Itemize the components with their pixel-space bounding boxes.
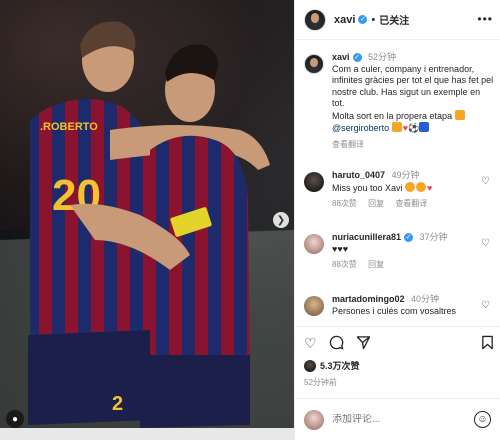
avatar[interactable] — [304, 234, 324, 254]
post-header: xavi ✓ • 已关注 ••• — [295, 0, 500, 40]
verified-badge-icon: ✓ — [358, 15, 368, 24]
comment-text: Com a culer, company i entrenador, infin… — [332, 63, 494, 109]
like-comment-icon[interactable]: ♡ — [481, 300, 490, 311]
emoji-icon — [391, 122, 402, 132]
caption: xavi ✓ 52分钟 Com a culer, company i entren… — [304, 52, 494, 150]
comment-time: 49分钟 — [391, 170, 420, 180]
avatar — [304, 409, 324, 430]
heart-icon[interactable]: ♡ — [304, 335, 317, 351]
likes-row: 5.3万次赞 — [304, 359, 360, 372]
crying-face-icon — [416, 181, 427, 192]
user-tag-icon[interactable]: ● — [6, 410, 24, 428]
comment-time: 52分钟 — [368, 52, 397, 62]
comment-username[interactable]: martadomingo02 — [332, 294, 405, 304]
svg-text:.ROBERTO: .ROBERTO — [40, 121, 98, 133]
verified-badge-icon: ✓ — [404, 233, 414, 242]
emoji-icon — [419, 122, 430, 132]
see-translation-link[interactable]: 查看翻译 — [332, 140, 364, 149]
avatar[interactable] — [304, 8, 326, 31]
bookmark-icon[interactable] — [481, 335, 494, 353]
follow-button[interactable]: 已关注 — [379, 12, 409, 27]
verified-badge-icon: ✓ — [352, 53, 362, 62]
comment-likes: 88次赞 — [332, 260, 357, 269]
emoji-icon[interactable]: ☺ — [474, 411, 491, 428]
see-translation-link[interactable]: 查看翻译 — [395, 199, 427, 208]
players-illustration: 20 .ROBERTO 2 — [0, 21, 294, 440]
comment-text: Persones i culés com vosaltres — [332, 305, 457, 316]
comment: haruto_0407 49分钟 Miss you too Xavi ♥ 88次… — [304, 170, 494, 210]
avatar[interactable] — [304, 54, 324, 74]
reply-button[interactable]: 回复 — [368, 260, 384, 269]
posted-time: 52分钟前 — [304, 378, 337, 387]
more-options-icon[interactable]: ••• — [477, 12, 493, 26]
comment-username[interactable]: nuriacunillera81 — [332, 232, 401, 242]
emoji-icon — [454, 109, 465, 120]
likes-count[interactable]: 5.3万次赞 — [320, 359, 360, 372]
avatar — [304, 359, 316, 372]
comment-username[interactable]: xavi — [332, 52, 350, 62]
avatar[interactable] — [304, 296, 324, 316]
comment-time: 40分钟 — [411, 294, 440, 304]
comment-text: ♥♥♥ — [332, 243, 349, 254]
share-icon[interactable] — [356, 335, 371, 353]
red-heart-icon: ♥ — [427, 182, 433, 193]
comments-list: xavi ✓ 52分钟 Com a culer, company i entren… — [295, 48, 500, 318]
photo-bottom-strip — [0, 428, 294, 440]
comment-username[interactable]: haruto_0407 — [332, 170, 385, 180]
action-bar: ♡ — [304, 335, 494, 353]
post-photo[interactable]: 20 .ROBERTO 2 ❯ ● — [0, 0, 294, 440]
mention-link[interactable]: @sergiroberto — [332, 123, 389, 133]
separator-dot: • — [371, 13, 376, 26]
avatar[interactable] — [304, 172, 324, 192]
svg-text:2: 2 — [112, 393, 123, 415]
add-comment-bar: ☺ — [295, 398, 500, 440]
comment: nuriacunillera81 ✓ 37分钟 ♥♥♥ 88次赞 回复 ♡ — [304, 232, 494, 271]
post-side-panel: xavi ✓ • 已关注 ••• xavi ✓ 52分钟 Com a culer,… — [294, 0, 500, 440]
comment-likes: 88次赞 — [332, 199, 357, 208]
header-username[interactable]: xavi — [334, 14, 355, 26]
comment-text-2: Molta sort en la propera etapa — [332, 110, 453, 121]
comment-icon[interactable] — [329, 335, 344, 353]
comment-text: Miss you too Xavi — [332, 182, 403, 193]
comment: martadomingo02 40分钟 Persones i culés com… — [304, 294, 494, 317]
comment-time: 37分钟 — [419, 232, 448, 242]
like-comment-icon[interactable]: ♡ — [481, 176, 490, 187]
chevron-right-icon[interactable]: ❯ — [273, 212, 289, 228]
sad-face-icon — [405, 181, 416, 192]
reply-button[interactable]: 回复 — [368, 199, 384, 208]
soccer-ball-icon: ⚽ — [408, 123, 420, 133]
like-comment-icon[interactable]: ♡ — [481, 238, 490, 249]
comment-input[interactable] — [332, 414, 462, 425]
